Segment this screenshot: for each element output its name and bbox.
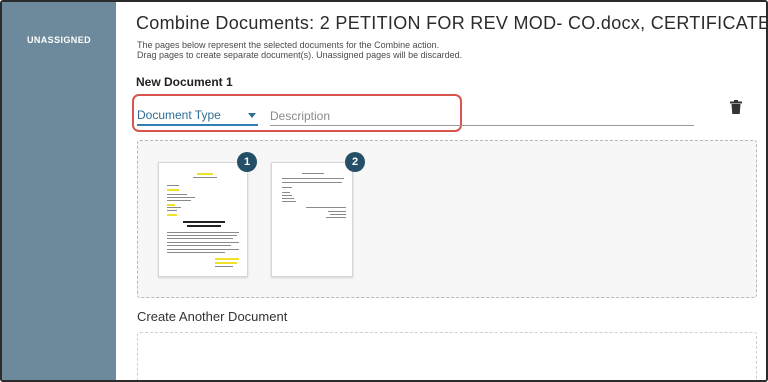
page-thumbnail[interactable]: [271, 162, 353, 277]
document-heading: New Document 1: [136, 75, 233, 89]
description-field[interactable]: [270, 107, 694, 126]
document-type-label: Document Type: [137, 108, 221, 122]
dialog-instructions: The pages below represent the selected d…: [137, 40, 462, 60]
instructions-line-1: The pages below represent the selected d…: [137, 40, 440, 50]
document-type-dropdown[interactable]: Document Type: [137, 107, 258, 126]
unassigned-sidebar[interactable]: UNASSIGNED: [2, 2, 116, 380]
dropdown-caret-icon: [248, 113, 256, 118]
create-another-document-label: Create Another Document: [137, 309, 288, 324]
create-another-document-dropzone[interactable]: [137, 332, 757, 380]
page-number-badge: 1: [237, 152, 257, 172]
dialog-title: Combine Documents: 2 PETITION FOR REV MO…: [136, 13, 766, 33]
combine-dialog: UNASSIGNED Combine Documents: 2 PETITION…: [0, 0, 768, 382]
page-number-badge: 2: [345, 152, 365, 172]
description-input[interactable]: [270, 107, 694, 124]
document-pages-dropzone[interactable]: 1 2: [137, 140, 757, 298]
main-panel: Combine Documents: 2 PETITION FOR REV MO…: [116, 2, 766, 380]
instructions-line-2: Drag pages to create separate document(s…: [137, 50, 463, 60]
unassigned-label: UNASSIGNED: [26, 35, 91, 45]
page-thumbnail[interactable]: [158, 162, 248, 277]
trash-icon[interactable]: [730, 100, 742, 114]
